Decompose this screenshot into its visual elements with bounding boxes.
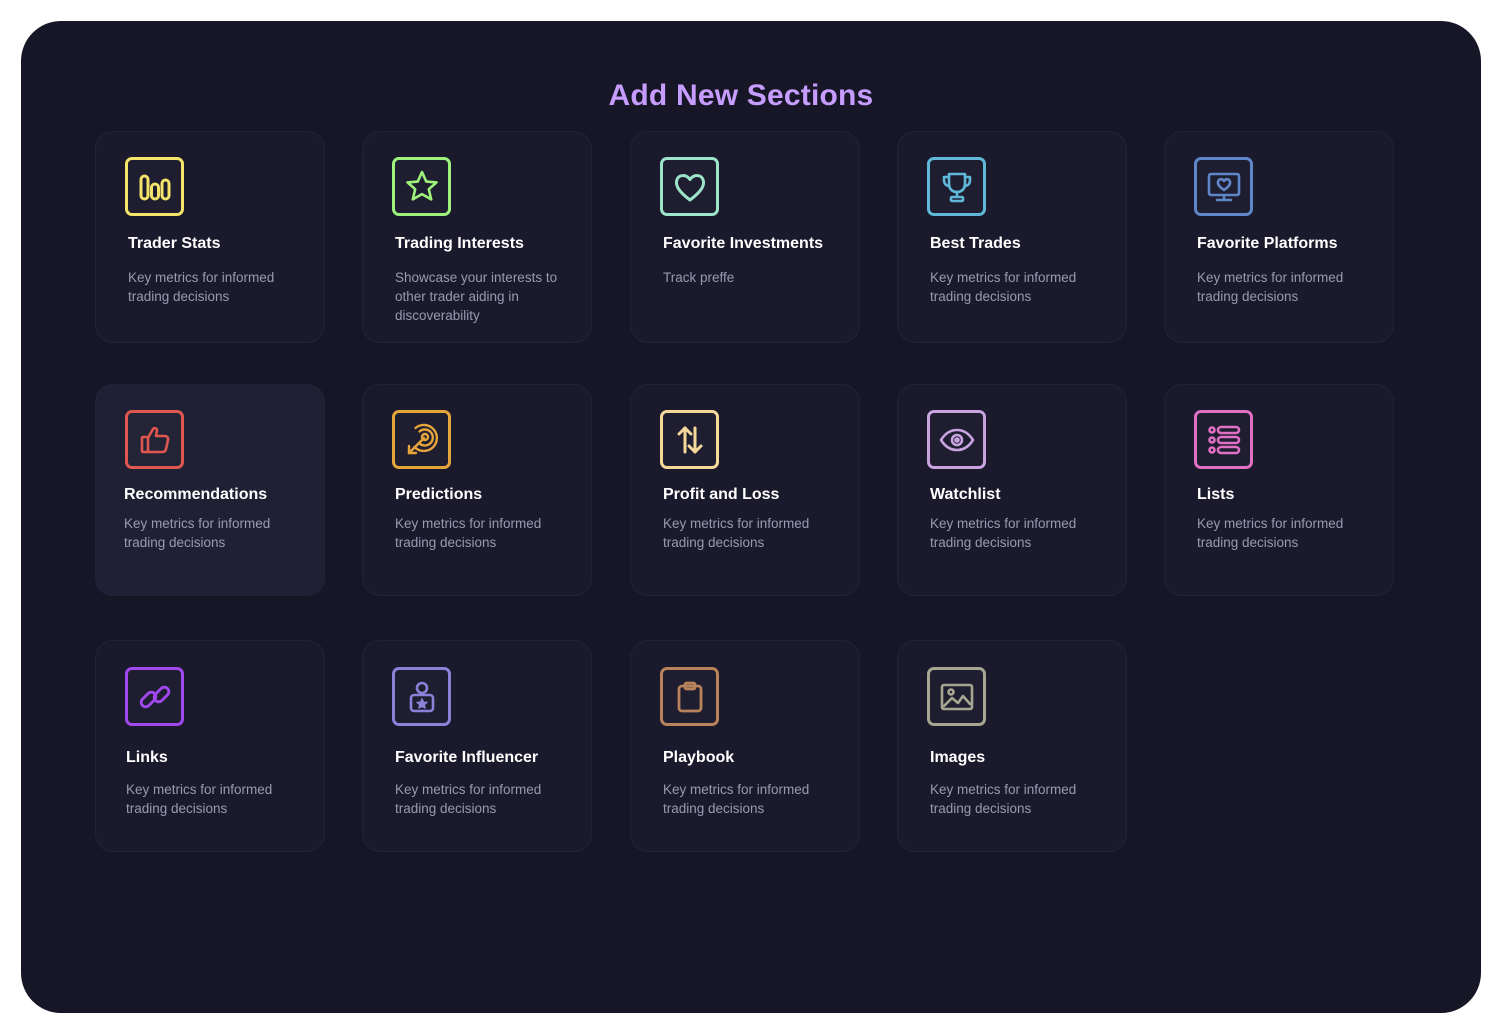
card-title: Favorite Influencer — [395, 749, 539, 766]
card-title: Trading Interests — [395, 235, 524, 252]
card-description: Showcase your interests to other trader … — [395, 270, 558, 323]
card-favorite-platforms[interactable]: Favorite Platforms Key metrics for infor… — [1164, 131, 1394, 343]
card-title: Images — [930, 749, 986, 766]
card-recommendations[interactable]: Recommendations Key metrics for informed… — [95, 384, 325, 596]
heart-icon — [660, 157, 719, 216]
card-description: Key metrics for informed trading decisio… — [663, 516, 810, 550]
card-description: Key metrics for informed trading decisio… — [128, 270, 275, 304]
card-title: Profit and Loss — [663, 486, 780, 503]
card-description: Key metrics for informed trading decisio… — [395, 516, 542, 550]
trophy-icon — [927, 157, 986, 216]
add-sections-panel: Add New Sections Trader Stats Key metric… — [21, 21, 1481, 1013]
card-title: Predictions — [395, 486, 483, 503]
card-links[interactable]: Links Key metrics for informed trading d… — [95, 640, 325, 852]
card-trader-stats[interactable]: Trader Stats Key metrics for informed tr… — [95, 131, 325, 343]
card-description: Key metrics for informed trading decisio… — [930, 270, 1077, 304]
card-images[interactable]: Images Key metrics for informed trading … — [897, 640, 1127, 852]
clipboard-icon — [660, 667, 719, 726]
thumbs-up-icon — [125, 410, 184, 469]
card-trading-interests[interactable]: Trading Interests Showcase your interest… — [362, 131, 592, 343]
card-description: Key metrics for informed trading decisio… — [663, 782, 810, 816]
card-description: Key metrics for informed trading decisio… — [930, 782, 1077, 816]
card-description: Key metrics for informed trading decisio… — [126, 782, 273, 816]
card-best-trades[interactable]: Best Trades Key metrics for informed tra… — [897, 131, 1127, 343]
card-title: Trader Stats — [128, 235, 221, 252]
star-icon — [392, 157, 451, 216]
monitor-heart-icon — [1194, 157, 1253, 216]
card-title: Best Trades — [930, 235, 1021, 252]
image-icon — [927, 667, 986, 726]
eye-icon — [927, 410, 986, 469]
card-description: Track preffe — [663, 270, 735, 285]
card-title: Watchlist — [930, 486, 1001, 503]
card-description: Key metrics for informed trading decisio… — [930, 516, 1077, 550]
card-watchlist[interactable]: Watchlist Key metrics for informed tradi… — [897, 384, 1127, 596]
card-description: Key metrics for informed trading decisio… — [124, 516, 271, 550]
list-icon — [1194, 410, 1253, 469]
card-playbook[interactable]: Playbook Key metrics for informed tradin… — [630, 640, 860, 852]
bar-stats-icon — [125, 157, 184, 216]
influencer-badge-icon — [392, 667, 451, 726]
card-description: Key metrics for informed trading decisio… — [1197, 516, 1344, 550]
link-icon — [125, 667, 184, 726]
up-down-arrows-icon — [660, 410, 719, 469]
card-title: Links — [126, 749, 168, 766]
card-title: Favorite Platforms — [1197, 235, 1338, 252]
card-profit-and-loss[interactable]: Profit and Loss Key metrics for informed… — [630, 384, 860, 596]
card-favorite-investments[interactable]: Favorite Investments Track preffe — [630, 131, 860, 343]
card-title: Playbook — [663, 749, 735, 766]
card-predictions[interactable]: Predictions Key metrics for informed tra… — [362, 384, 592, 596]
card-description: Key metrics for informed trading decisio… — [1197, 270, 1344, 304]
card-description: Key metrics for informed trading decisio… — [395, 782, 542, 816]
target-icon — [392, 410, 451, 469]
card-title: Lists — [1197, 486, 1235, 503]
card-title: Recommendations — [124, 486, 268, 503]
card-title: Favorite Investments — [663, 235, 824, 252]
page-title: Add New Sections — [608, 79, 874, 112]
card-favorite-influencer[interactable]: Favorite Influencer Key metrics for info… — [362, 640, 592, 852]
card-lists[interactable]: Lists Key metrics for informed trading d… — [1164, 384, 1394, 596]
